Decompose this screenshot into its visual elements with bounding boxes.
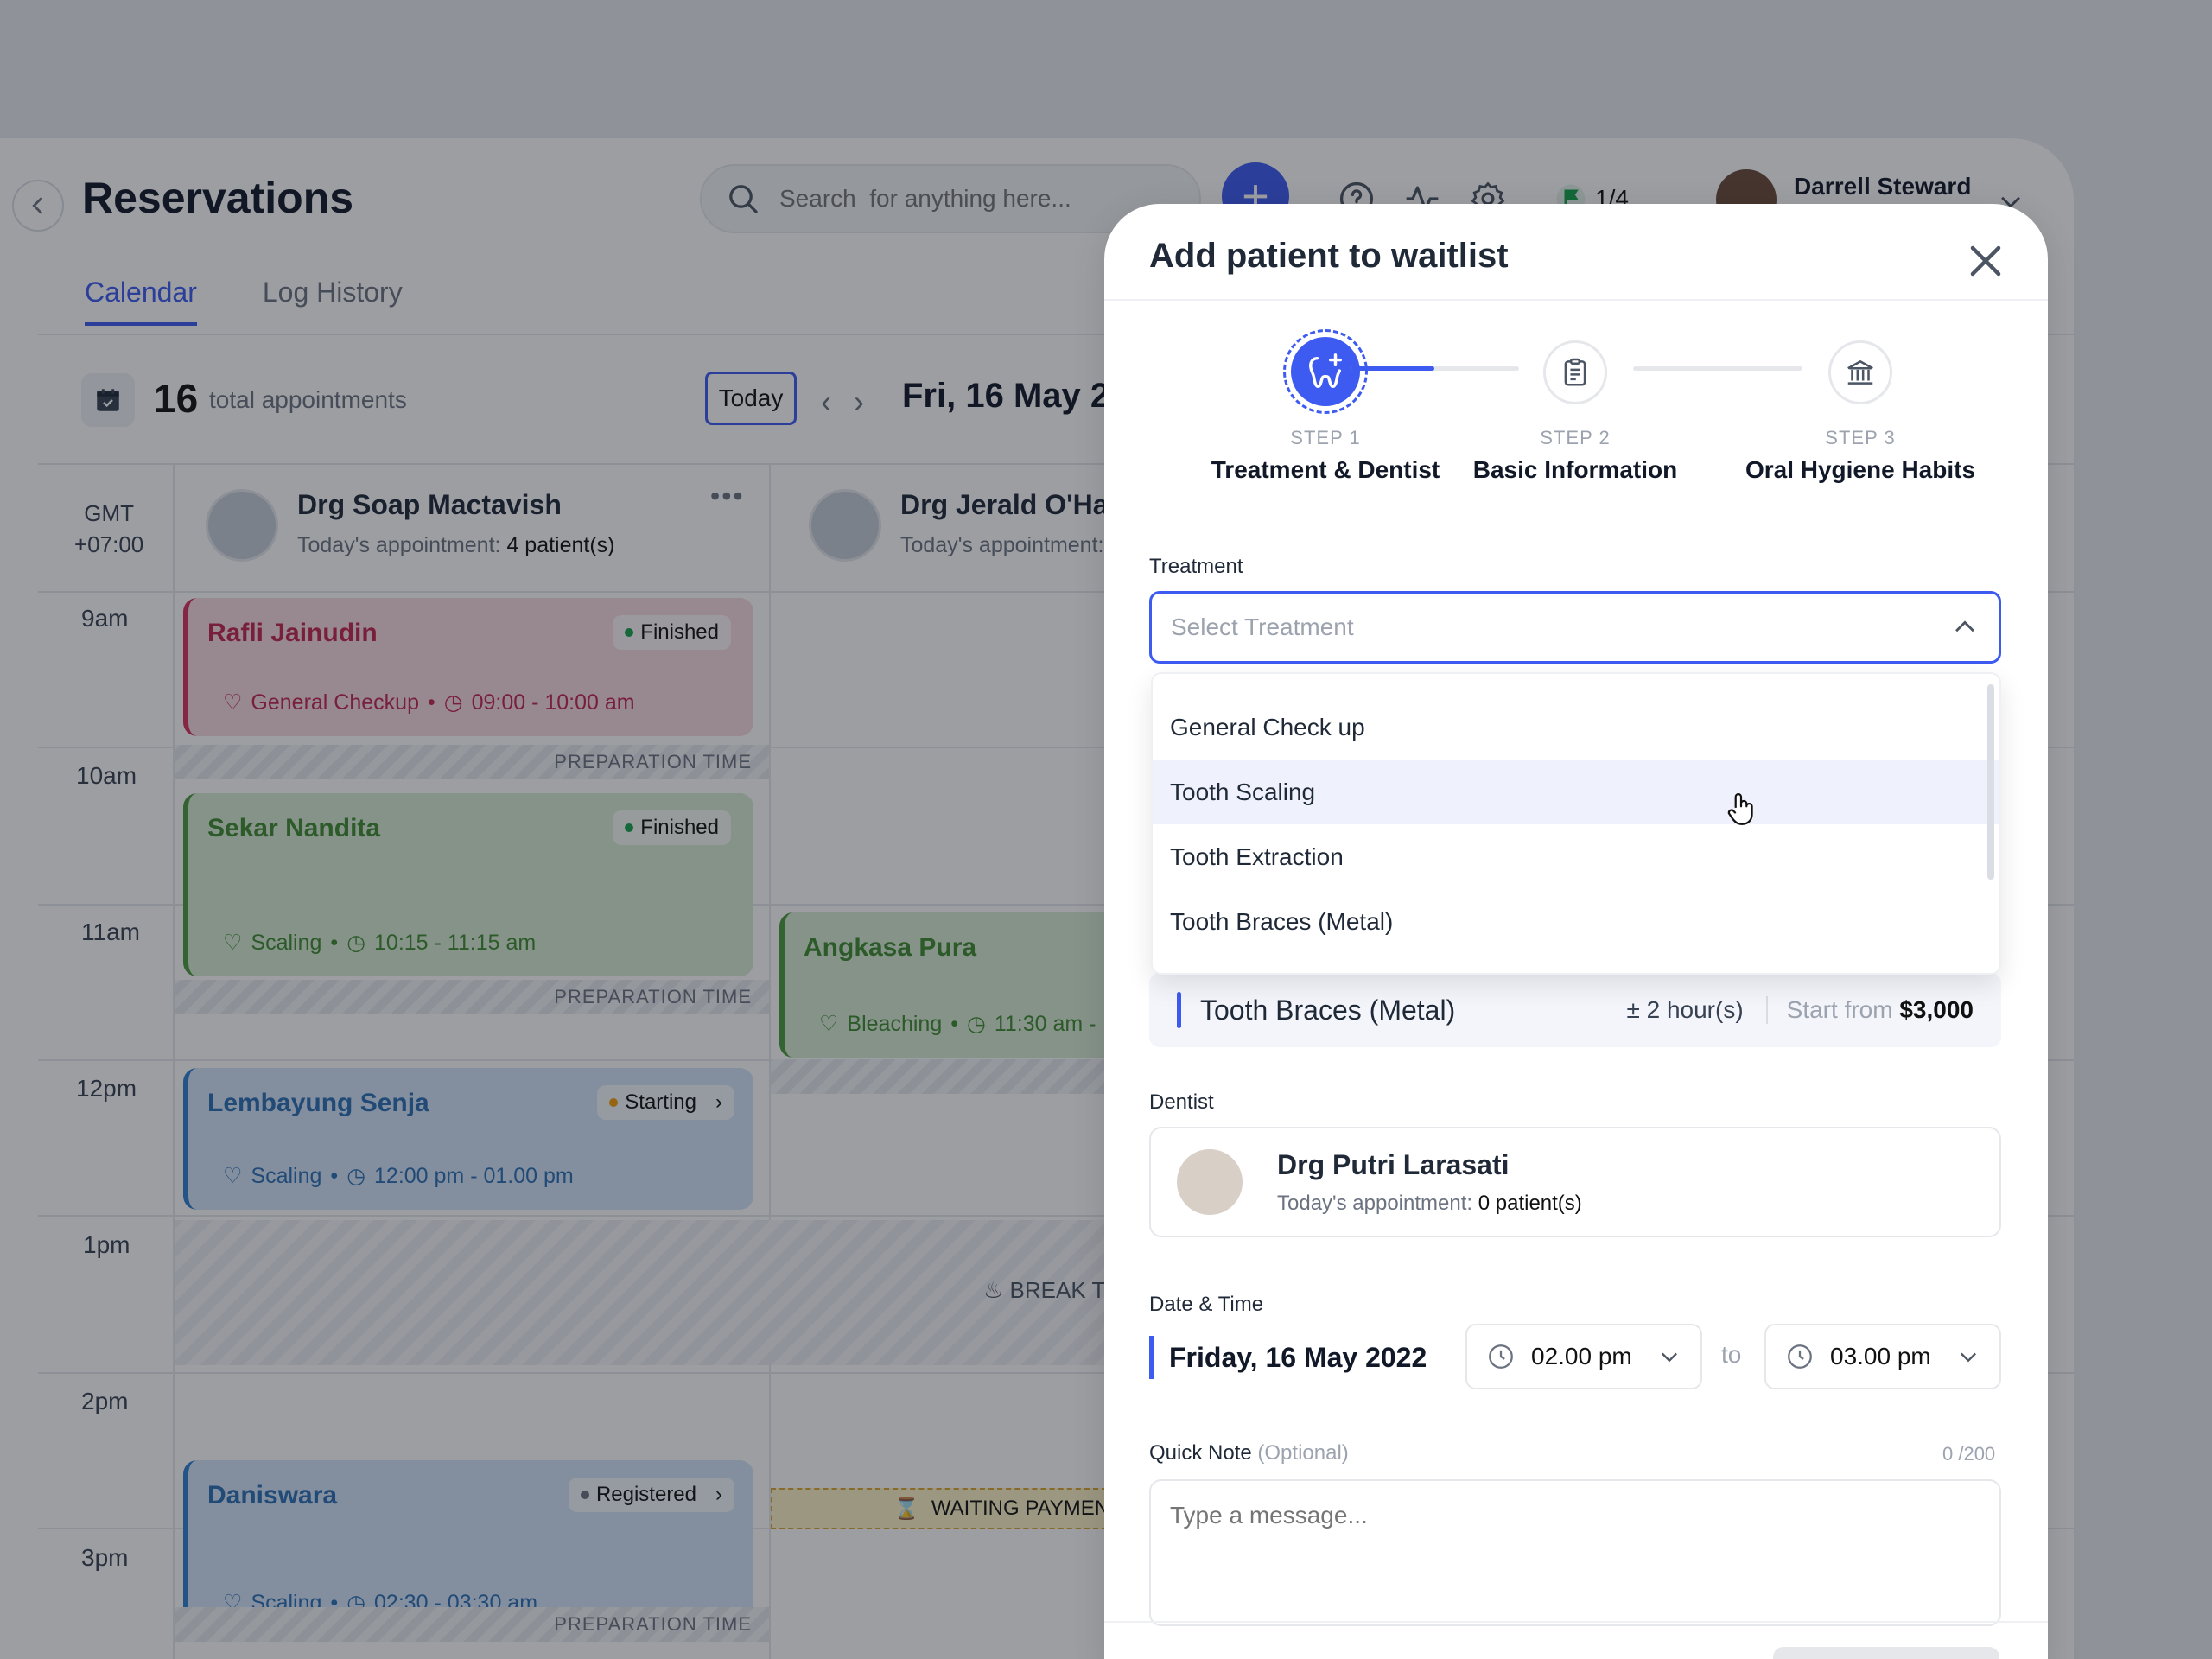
close-icon[interactable]	[1960, 235, 2012, 287]
start-time-value: 02.00 pm	[1531, 1343, 1632, 1370]
clipboard-icon	[1564, 358, 1586, 386]
accent-bar	[1177, 992, 1181, 1028]
selected-treatment-price: Start from $3,000	[1786, 996, 1974, 1023]
step-1-indicator[interactable]	[1283, 329, 1368, 414]
step-1-progress	[1350, 366, 1519, 371]
next-button[interactable]	[1773, 1647, 1999, 1659]
step-2-indicator[interactable]	[1543, 340, 1607, 404]
selected-treatment-name: Tooth Braces (Metal)	[1200, 994, 1456, 1026]
tooth-plus-icon	[1309, 353, 1342, 388]
modal-divider	[1104, 299, 2048, 301]
step-2-name: Basic Information	[1472, 456, 1678, 483]
end-time-select[interactable]: 03.00 pm	[1764, 1324, 2001, 1389]
step-3-indicator[interactable]	[1828, 340, 1892, 404]
treatment-select[interactable]: Select Treatment	[1149, 591, 2001, 664]
chevron-up-icon	[1955, 620, 1974, 632]
dentist-name: Drg Putri Larasati	[1277, 1148, 1510, 1180]
quick-note-input[interactable]	[1149, 1479, 2001, 1626]
note-character-counter: 0 /200	[1942, 1443, 1996, 1465]
chevron-down-icon	[1662, 1352, 1677, 1363]
date-value: Friday, 16 May 2022	[1149, 1336, 1427, 1379]
dentist-card[interactable]: Drg Putri Larasati Today's appointment: …	[1149, 1127, 2001, 1237]
selected-treatment-duration: ± 2 hour(s)	[1626, 996, 1768, 1024]
modal-title: Add patient to waitlist	[1149, 237, 1509, 275]
step-3-name: Oral Hygiene Habits	[1745, 456, 1976, 483]
chevron-down-icon	[1961, 1352, 1976, 1363]
step-2-label: STEP 2	[1540, 427, 1611, 448]
step-2-progress	[1633, 366, 1802, 371]
pointer-cursor-icon	[1727, 793, 1753, 825]
datetime-label: Date & Time	[1149, 1293, 1264, 1316]
clock-icon	[1788, 1344, 1812, 1369]
end-time-value: 03.00 pm	[1830, 1343, 1931, 1370]
treatment-label: Treatment	[1149, 555, 1243, 578]
clock-icon	[1489, 1344, 1513, 1369]
treatment-select-placeholder: Select Treatment	[1171, 613, 1354, 640]
to-label: to	[1721, 1341, 1742, 1368]
dentist-label: Dentist	[1149, 1090, 1214, 1114]
treatment-option[interactable]: Tooth Braces (Metal)	[1153, 889, 1999, 954]
modal-footer-divider	[1104, 1621, 2048, 1623]
quick-note-label: Quick Note (Optional)	[1149, 1441, 1349, 1465]
treatment-option[interactable]: Tooth Extraction	[1153, 824, 1999, 889]
step-3-label: STEP 3	[1825, 427, 1896, 448]
add-waitlist-modal: Add patient to waitlist STEP 1 Treatment…	[1104, 204, 2048, 1659]
dentist-appointments: Today's appointment: 0 patient(s)	[1277, 1191, 1582, 1215]
start-time-select[interactable]: 02.00 pm	[1465, 1324, 1702, 1389]
selected-treatment-card: Tooth Braces (Metal) ± 2 hour(s) Start f…	[1149, 973, 2001, 1047]
treatment-option[interactable]: Tooth Scaling	[1153, 760, 1999, 824]
dropdown-scrollbar[interactable]	[1987, 684, 1994, 880]
treatment-option[interactable]: Tooth Surgery	[1153, 954, 1999, 974]
treatment-option[interactable]: General Check up	[1153, 695, 1999, 760]
treatment-dropdown: General Check up Tooth Scaling Tooth Ext…	[1151, 672, 2001, 975]
bank-icon	[1847, 359, 1873, 385]
avatar	[1177, 1149, 1243, 1215]
step-1-name: Treatment & Dentist	[1211, 456, 1440, 483]
step-1-label: STEP 1	[1290, 427, 1361, 448]
